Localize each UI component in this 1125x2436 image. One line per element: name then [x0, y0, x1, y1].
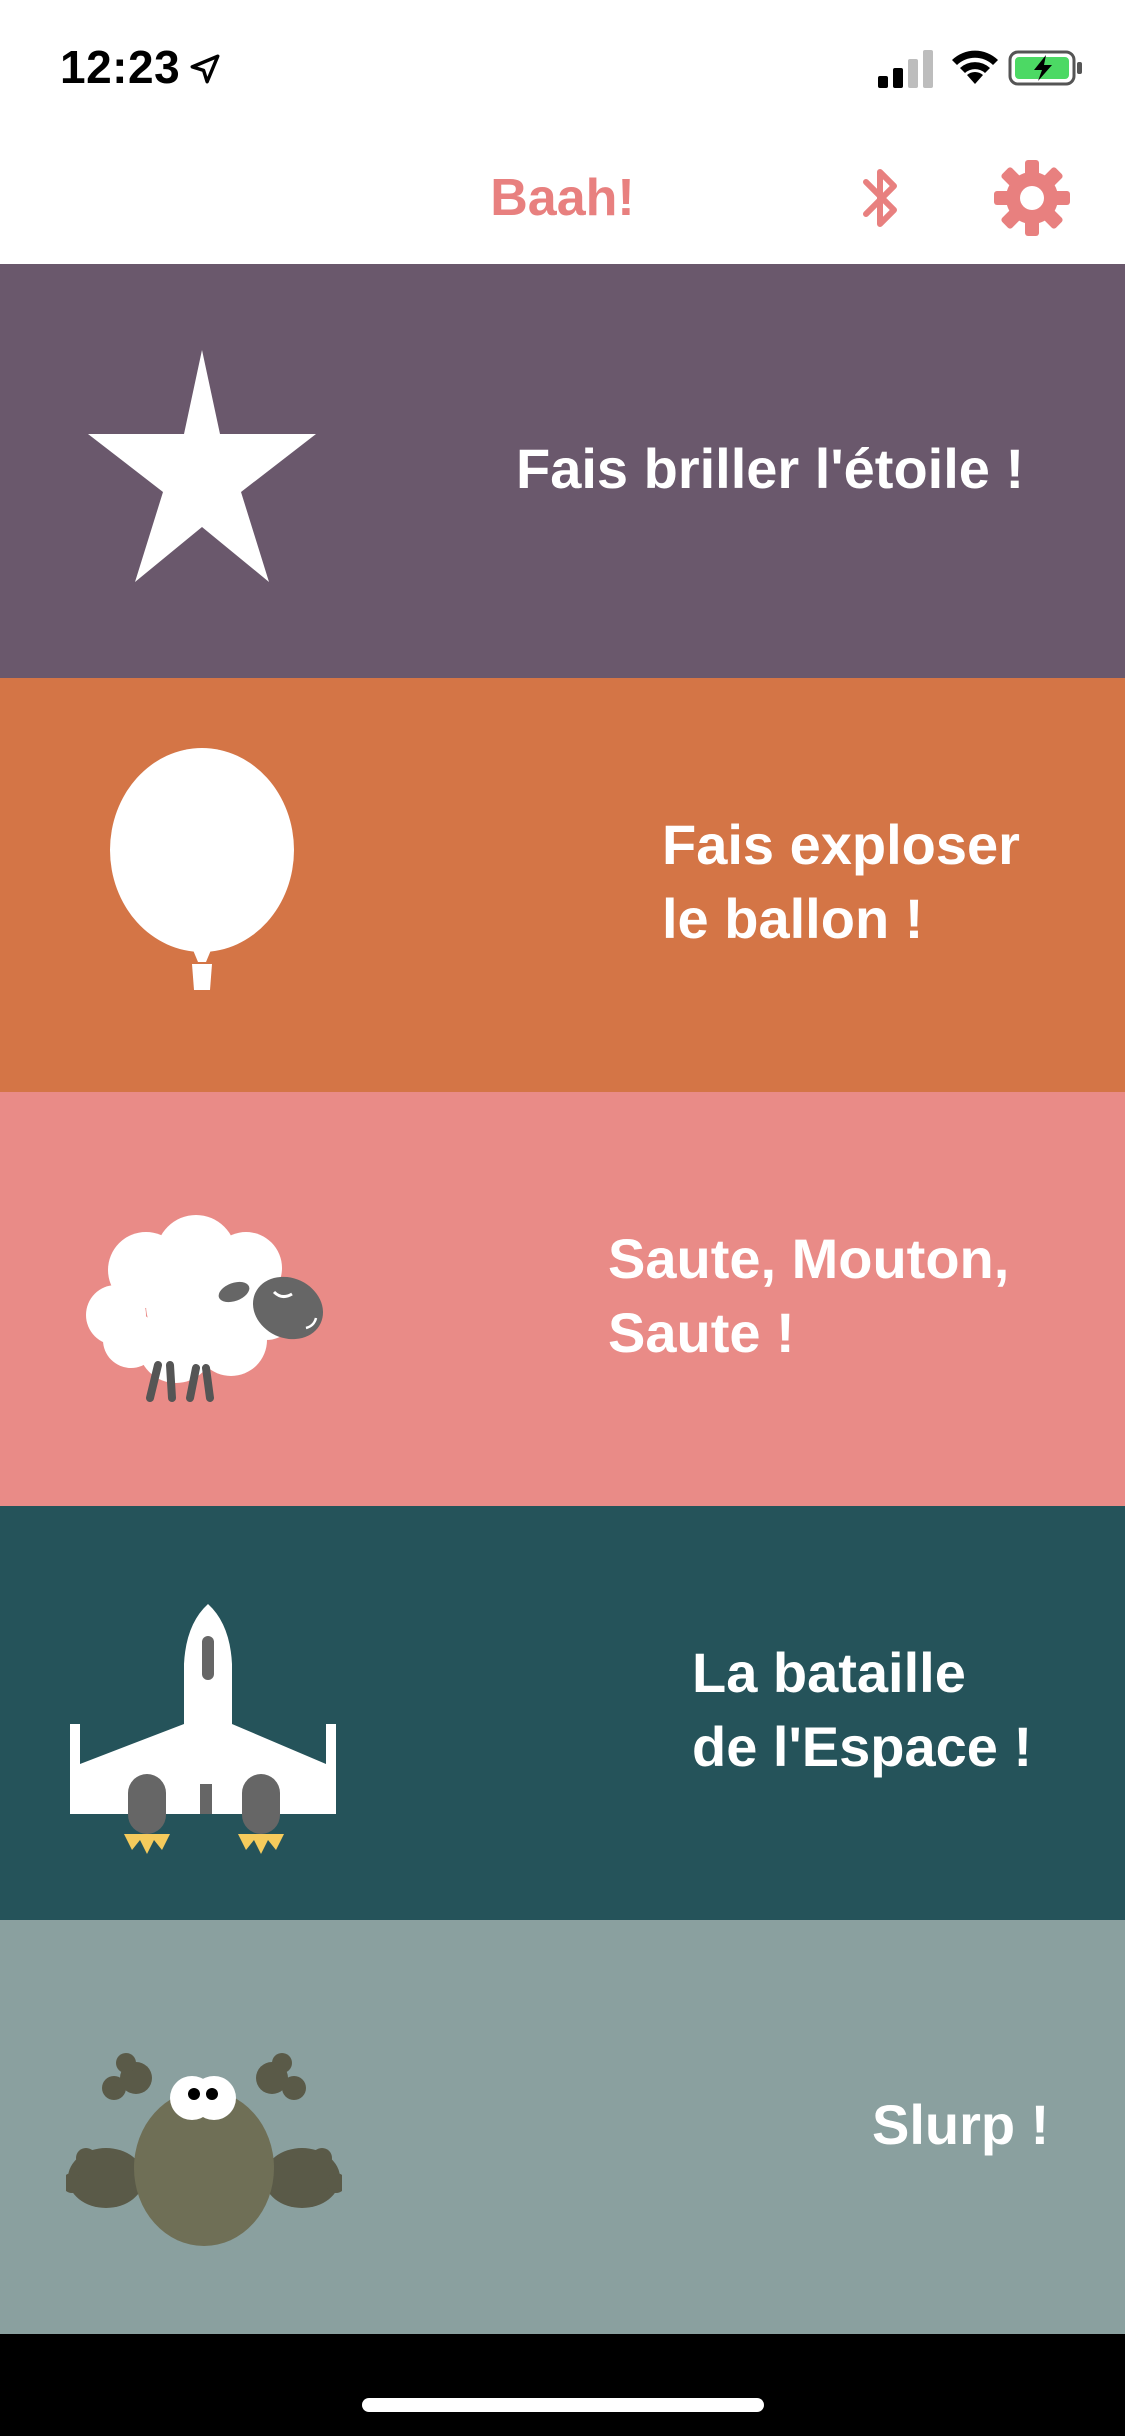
app-title: Baah!: [490, 169, 635, 227]
game-label-line: Slurp !: [872, 2093, 1050, 2156]
spaceship-icon: [70, 1604, 336, 1854]
game-row-sheep[interactable]: Saute, Mouton, Saute !: [0, 1092, 1125, 1506]
frog-icon: [66, 2053, 342, 2246]
game-label-line: Fais exploser: [662, 813, 1020, 876]
cellular-signal-icon: [878, 50, 933, 88]
navigation-bar: Baah!: [0, 132, 1125, 264]
bluetooth-icon[interactable]: [852, 160, 908, 240]
game-label: Fais briller l'étoile !: [516, 432, 1024, 506]
game-label: Slurp !: [872, 2088, 1049, 2162]
game-label: Saute, Mouton, Saute !: [608, 1222, 1009, 1370]
game-label: La bataille de l'Espace !: [692, 1636, 1032, 1784]
game-label: Fais exploser le ballon !: [662, 808, 1020, 956]
game-row-balloon[interactable]: Fais exploser le ballon !: [0, 678, 1125, 1092]
gear-icon[interactable]: [992, 158, 1072, 238]
game-row-star[interactable]: Fais briller l'étoile !: [0, 264, 1125, 678]
game-row-frog[interactable]: Slurp !: [0, 1920, 1125, 2334]
status-bar: 12:23: [0, 0, 1125, 132]
game-label-line: Saute !: [608, 1301, 795, 1364]
game-label-line: La bataille: [692, 1641, 966, 1704]
game-label-line: Saute, Mouton,: [608, 1227, 1010, 1290]
game-label-line: Fais briller l'étoile !: [516, 437, 1025, 500]
game-label-line: de l'Espace !: [692, 1715, 1033, 1778]
wifi-icon: [952, 50, 998, 84]
star-icon: [88, 350, 316, 582]
home-indicator[interactable]: [362, 2398, 764, 2412]
game-label-line: le ballon !: [662, 887, 924, 950]
game-row-spaceship[interactable]: La bataille de l'Espace !: [0, 1506, 1125, 1920]
battery-charging-icon: [1008, 50, 1082, 86]
sheep-icon: [86, 1215, 324, 1402]
status-time: 12:23: [60, 41, 181, 93]
home-indicator-area: [0, 2334, 1125, 2436]
location-arrow-icon: [190, 54, 220, 84]
balloon-icon: [110, 748, 294, 990]
